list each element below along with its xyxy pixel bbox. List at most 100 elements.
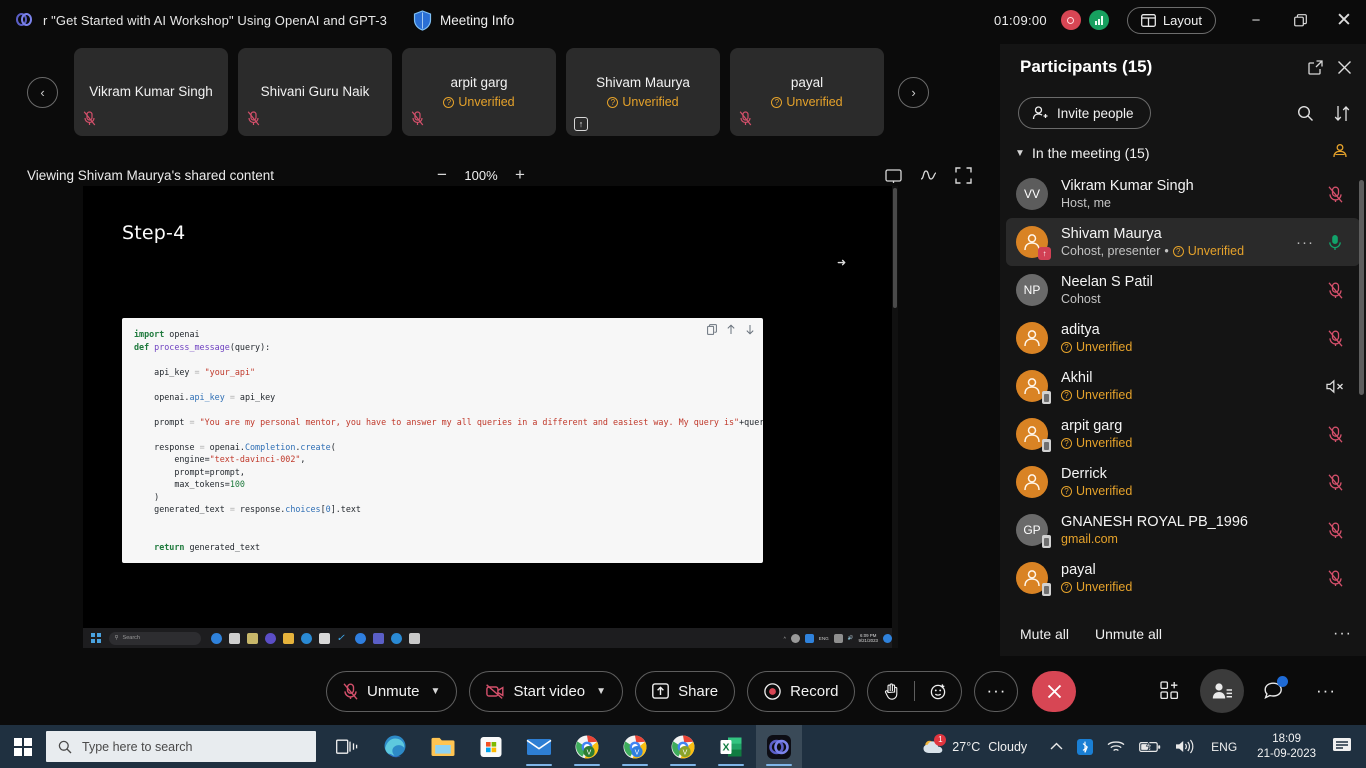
mic-off-icon[interactable] — [1324, 521, 1346, 539]
close-icon[interactable]: ✕ — [1322, 0, 1366, 40]
photos-icon[interactable] — [246, 632, 258, 644]
explorer-icon[interactable] — [282, 632, 294, 644]
meeting-info-label[interactable]: Meeting Info — [440, 13, 514, 28]
restore-icon[interactable] — [1278, 0, 1322, 40]
participant-tile[interactable]: Shivani Guru Naik — [238, 48, 392, 136]
mic-off-icon[interactable] — [1324, 281, 1346, 299]
fullscreen-icon[interactable] — [955, 166, 972, 184]
zoom-in-button[interactable]: + — [506, 162, 534, 188]
excel-icon[interactable]: X — [708, 725, 754, 768]
taskbar-search-input[interactable]: Type here to search — [46, 731, 316, 762]
windows-start-icon[interactable] — [0, 725, 46, 768]
participants-list[interactable]: VV Vikram Kumar Singh Host, me ↑ Shivam Maur… — [1000, 170, 1366, 612]
mail-icon[interactable] — [516, 725, 562, 768]
annotate-icon[interactable] — [920, 167, 937, 184]
mute-all-button[interactable]: Mute all — [1020, 626, 1069, 642]
shared-taskbar-clock[interactable]: 6:09 PM 9/21/2023 — [858, 633, 878, 644]
outlook-icon[interactable] — [264, 632, 276, 644]
unmute-button[interactable]: Unmute ▼ — [326, 670, 458, 712]
task-view-icon[interactable] — [324, 725, 370, 768]
chevron-down-icon[interactable]: ▼ — [596, 686, 606, 697]
chevron-down-icon[interactable]: ▼ — [431, 686, 441, 697]
share-button[interactable]: Share — [635, 670, 736, 712]
in-the-meeting-section-header[interactable]: ▼ In the meeting (15) — [1000, 136, 1366, 170]
code-block[interactable]: import openai def process_message(query)… — [122, 318, 763, 563]
show-hidden-icons-icon[interactable] — [1050, 742, 1063, 751]
task-view-icon[interactable] — [228, 632, 240, 644]
app-icon[interactable] — [408, 632, 420, 644]
copy-icon[interactable] — [707, 324, 717, 339]
shared-screen-content[interactable]: Step-4 import openai def process_message… — [83, 186, 898, 648]
minimize-icon[interactable]: − — [1234, 0, 1278, 40]
wifi-icon[interactable] — [1107, 740, 1125, 754]
mic-off-icon[interactable] — [1324, 329, 1346, 347]
participant-tile[interactable]: arpit garg ? Unverified — [402, 48, 556, 136]
raise-hand-button[interactable] — [868, 672, 914, 711]
participant-tile[interactable]: Shivam Maurya ? Unverified ↑ — [566, 48, 720, 136]
reactions-button[interactable] — [915, 672, 961, 711]
participants-more-options-button[interactable]: ··· — [1333, 625, 1352, 643]
more-actions-button[interactable]: ··· — [974, 670, 1019, 712]
layout-button[interactable]: Layout — [1126, 6, 1216, 34]
weather-widget[interactable]: 1 27°C Cloudy — [922, 733, 1027, 756]
end-call-button[interactable] — [1032, 670, 1077, 712]
mic-on-icon[interactable] — [1324, 234, 1346, 251]
shield-icon[interactable] — [413, 9, 432, 31]
arrow-up-icon[interactable] — [726, 324, 736, 339]
notification-icon[interactable] — [883, 633, 892, 643]
mic-off-icon[interactable] — [1324, 473, 1346, 491]
pop-out-icon[interactable] — [885, 167, 902, 184]
display-icon[interactable] — [833, 633, 843, 643]
store-icon[interactable] — [318, 632, 330, 644]
participant-row[interactable]: arpit garg? Unverified — [1006, 410, 1360, 458]
unmute-all-button[interactable]: Unmute all — [1095, 626, 1162, 642]
thumbnails-next-button[interactable]: › — [898, 76, 929, 108]
mic-off-icon[interactable] — [1324, 569, 1346, 587]
apps-add-button[interactable] — [1148, 669, 1192, 713]
arrow-down-icon[interactable] — [745, 324, 755, 339]
recording-indicator-icon[interactable] — [1060, 10, 1081, 30]
controls-overflow-button[interactable]: ··· — [1304, 669, 1348, 713]
participant-row[interactable]: NP Neelan S Patil Cohost — [1006, 266, 1360, 314]
mic-off-icon[interactable] — [1324, 425, 1346, 443]
participants-scrollbar[interactable] — [1359, 144, 1364, 634]
participant-row[interactable]: Derrick? Unverified — [1006, 458, 1360, 506]
close-icon[interactable] — [1337, 60, 1352, 75]
participant-tile[interactable]: payal ? Unverified — [730, 48, 884, 136]
search-icon[interactable] — [1297, 105, 1314, 122]
edge-icon[interactable] — [300, 632, 312, 644]
participant-row[interactable]: GP GNANESH ROYAL PB_1996 gmail.com — [1006, 506, 1360, 554]
language-indicator[interactable]: ENG — [819, 636, 829, 641]
invite-people-button[interactable]: Invite people — [1018, 97, 1151, 129]
notification-icon[interactable] — [1332, 736, 1352, 758]
shared-taskbar-search[interactable]: ⚲ Search — [108, 631, 201, 645]
chrome-icon-1[interactable]: V — [564, 725, 610, 768]
speaker-off-icon[interactable] — [1324, 379, 1346, 394]
chrome-icon-2[interactable]: V — [612, 725, 658, 768]
taskbar-clock[interactable]: 18:09 21-09-2023 — [1257, 732, 1316, 762]
volume-icon[interactable]: 🔊 — [848, 635, 854, 641]
store-icon[interactable] — [468, 725, 514, 768]
people-button[interactable] — [1200, 669, 1244, 713]
check-icon[interactable]: ✓ — [337, 633, 348, 644]
participant-row[interactable]: VV Vikram Kumar Singh Host, me — [1006, 170, 1360, 218]
windows-start-icon[interactable] — [91, 633, 101, 643]
record-button[interactable]: Record — [747, 670, 856, 712]
cloud-icon[interactable] — [790, 633, 800, 643]
show-hidden-icons-icon[interactable]: ^ — [784, 636, 786, 641]
battery-charging-icon[interactable] — [1139, 740, 1161, 753]
participant-row[interactable]: Akhil? Unverified — [1006, 362, 1360, 410]
thumbnails-prev-button[interactable]: ‹ — [27, 76, 58, 108]
explorer-icon[interactable] — [420, 725, 466, 768]
chrome-icon-3[interactable]: V — [660, 725, 706, 768]
copilot-icon[interactable] — [210, 632, 222, 644]
volume-icon[interactable] — [1175, 739, 1194, 754]
edge-icon[interactable] — [372, 725, 418, 768]
participant-tile[interactable]: Vikram Kumar Singh — [74, 48, 228, 136]
participant-row[interactable]: ↑ Shivam Maurya Cohost, presenter •? Unverif… — [1006, 218, 1360, 266]
mic-icon[interactable] — [804, 633, 814, 643]
teams-icon[interactable] — [756, 725, 802, 768]
language-indicator[interactable]: ENG — [1211, 740, 1237, 754]
sort-icon[interactable] — [1334, 105, 1350, 122]
lobby-people-icon[interactable] — [1332, 143, 1348, 164]
